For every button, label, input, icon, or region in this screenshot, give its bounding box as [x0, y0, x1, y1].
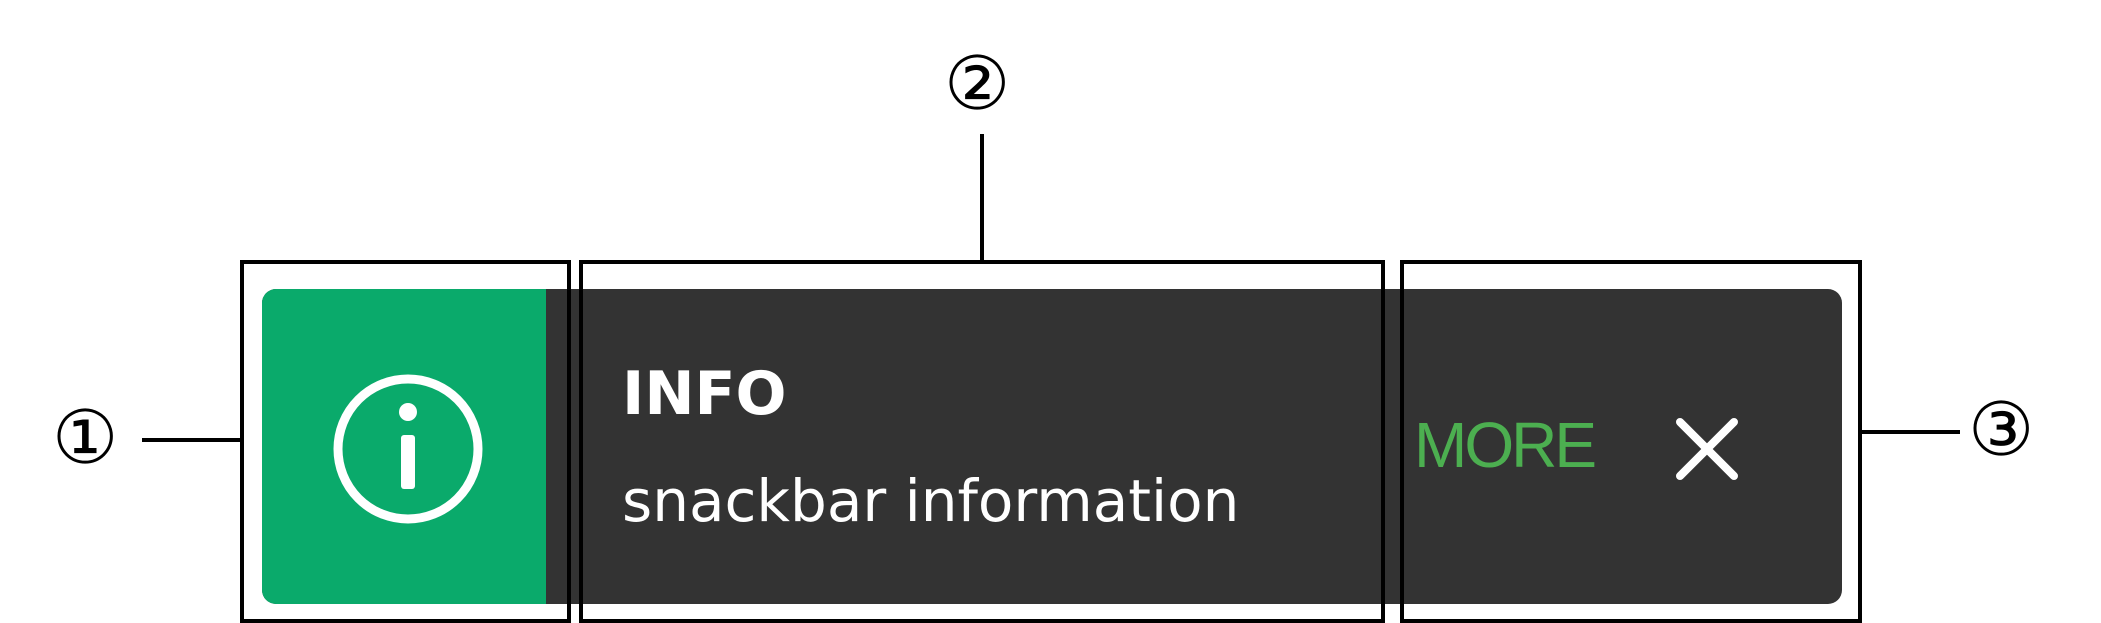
callout-line-one: [142, 438, 242, 442]
callout-number-two: ②: [944, 41, 1011, 127]
callout-number-one: ①: [52, 395, 119, 481]
callout-box-icon-region: [240, 260, 571, 623]
callout-line-three: [1860, 430, 1960, 434]
callout-box-text-region: [579, 260, 1385, 623]
callout-line-two: [980, 134, 984, 262]
callout-box-action-region: [1400, 260, 1862, 623]
callout-number-three: ③: [1968, 387, 2035, 473]
